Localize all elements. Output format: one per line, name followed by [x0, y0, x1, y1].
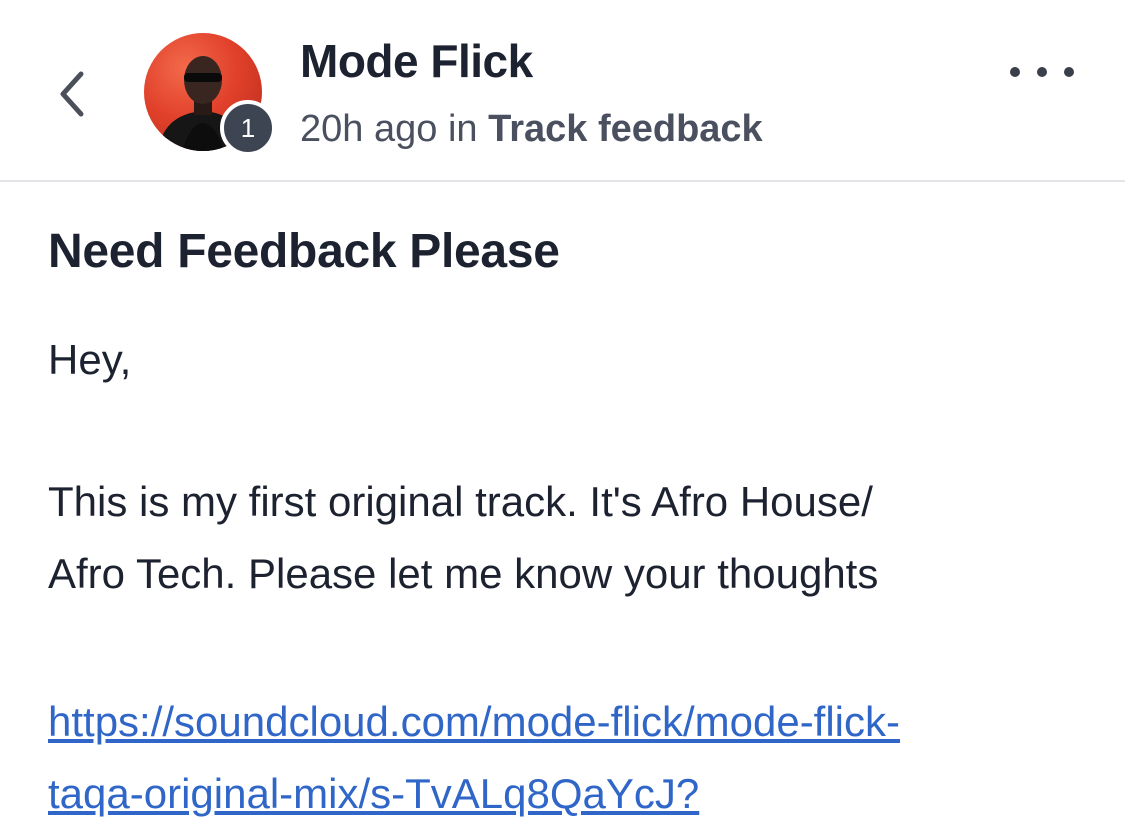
- chevron-left-icon: [60, 71, 84, 117]
- post-body-line-2: Afro Tech. Please let me know your thoug…: [48, 550, 879, 597]
- back-button[interactable]: [48, 62, 96, 126]
- more-horizontal-icon-dot: [1064, 67, 1074, 77]
- link-line-1[interactable]: https://soundcloud.com/mode-flick/mode-f…: [48, 686, 900, 758]
- in-word: in: [447, 108, 478, 150]
- post-title: Need Feedback Please: [48, 225, 560, 278]
- post-greeting: Hey,: [48, 336, 132, 383]
- link-line-2[interactable]: taqa-original-mix/s-TvALq8QaYcJ?: [48, 758, 900, 830]
- more-horizontal-icon: [1010, 67, 1020, 77]
- post-body-line-1: This is my first original track. It's Af…: [48, 478, 873, 525]
- post-header: 1 Mode Flick 20h ago in Track feedback: [0, 0, 1125, 182]
- notification-badge: 1: [220, 100, 276, 156]
- author-avatar[interactable]: 1: [144, 33, 276, 156]
- soundcloud-link[interactable]: https://soundcloud.com/mode-flick/mode-f…: [48, 686, 900, 830]
- post-time: 20h ago: [300, 108, 438, 150]
- category-link[interactable]: Track feedback: [488, 108, 763, 150]
- author-name[interactable]: Mode Flick: [300, 34, 533, 88]
- post-meta: 20h ago in Track feedback: [300, 108, 763, 151]
- more-horizontal-icon-dot: [1037, 67, 1047, 77]
- more-options-button[interactable]: [1010, 55, 1074, 89]
